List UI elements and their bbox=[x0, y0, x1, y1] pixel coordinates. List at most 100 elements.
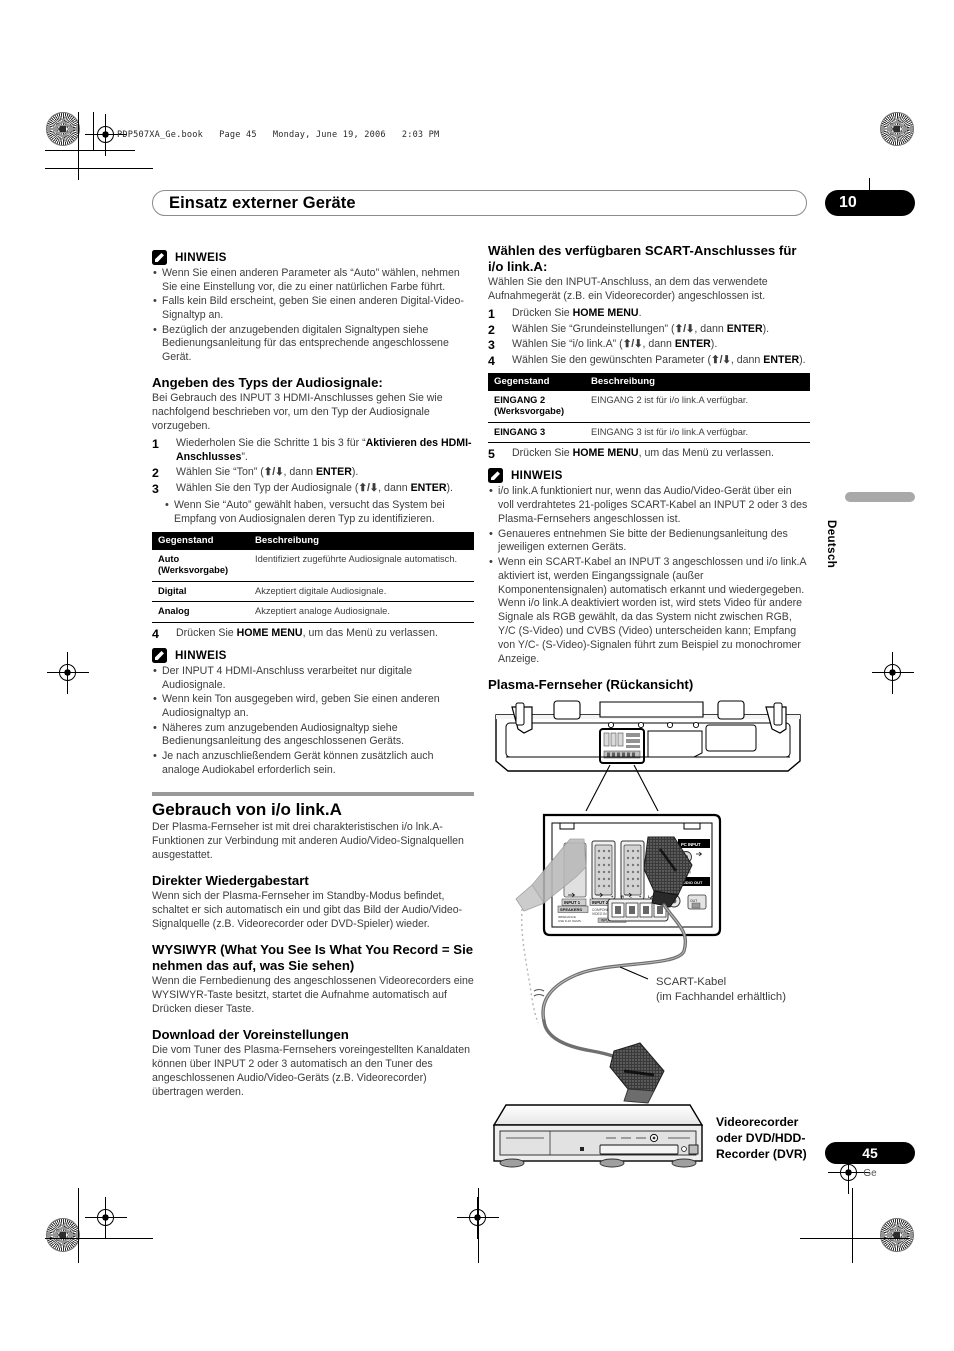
out-label: OUT bbox=[690, 899, 697, 903]
step-item-2: 2 Wählen Sie “Grundeinstellungen” (⬆/⬇, d… bbox=[488, 323, 810, 337]
step-bold: HOME MENU bbox=[572, 447, 639, 460]
table-col-desc: Beschreibung bbox=[249, 531, 474, 550]
audio-section-heading: Angeben des Typs der Audiosignale: bbox=[152, 375, 383, 391]
step-text: Wählen Sie “Grundeinstellungen” ( bbox=[512, 322, 675, 335]
right-column: Wählen des verfügbaren SCART-Anschlusses… bbox=[488, 243, 810, 1168]
step-bold: HOME MENU bbox=[572, 307, 639, 320]
side-tab-language-label: Deutsch bbox=[825, 520, 837, 569]
registration-mark-top-left bbox=[85, 114, 127, 156]
crop-line-top-left-v2 bbox=[93, 112, 95, 150]
crop-line-bottom-center-v bbox=[478, 1188, 480, 1263]
table-cell-item: EINGANG 3 bbox=[488, 422, 585, 444]
table-row: EINGANG 2 (Werksvorgabe) EINGANG 2 ist f… bbox=[488, 390, 810, 423]
list-item: Je nach anzuschließendem Gerät können zu… bbox=[152, 749, 474, 778]
registration-mark-left-mid bbox=[47, 652, 89, 694]
audio-substep-list: Wenn Sie “Auto” gewählt haben, versucht … bbox=[164, 498, 474, 527]
step-text-c: ). bbox=[351, 466, 359, 479]
recorder-label-line1: Videorecorder bbox=[716, 1115, 799, 1129]
iolink-sub1-heading: Direkter Wiedergabestart bbox=[152, 872, 309, 888]
port-label-input2: INPUT 2 bbox=[592, 900, 609, 905]
iolink-section: Gebrauch von i/o link.A Der Plasma-Ferns… bbox=[152, 791, 474, 1100]
table-cell-desc: EINGANG 3 ist für i/o link.A verfügbar. bbox=[585, 422, 810, 444]
note-title: HINWEIS bbox=[175, 251, 227, 264]
chapter-number-badge: 10 bbox=[825, 190, 915, 216]
step-item-2: 2 Wählen Sie “Ton” (⬆/⬇, dann ENTER). bbox=[152, 466, 474, 480]
pencil-icon bbox=[152, 250, 167, 265]
note-title: HINWEIS bbox=[511, 469, 563, 483]
step-bold: HOME MENU bbox=[236, 627, 303, 640]
step-bold: ENTER bbox=[674, 338, 711, 351]
step-number: 2 bbox=[488, 322, 495, 337]
registration-mark-right-mid bbox=[872, 652, 914, 694]
step-number: 5 bbox=[488, 447, 495, 462]
step-number: 4 bbox=[152, 627, 159, 642]
step-text: Drücken Sie bbox=[512, 447, 573, 460]
pencil-icon bbox=[488, 468, 503, 484]
table-cell-item: Digital bbox=[152, 581, 249, 603]
connection-diagram-svg: INPUT 1 INPUT 2 INPUT 3 COMPONENT VIDEO … bbox=[495, 700, 801, 1104]
note-block-2: HINWEIS Der INPUT 4 HDMI-Anschluss verar… bbox=[152, 648, 474, 778]
list-item: Bezüglich der anzugebenden digitalen Sig… bbox=[152, 323, 474, 366]
step-item-3: 3 Wählen Sie den Typ der Audiosignale (⬆/… bbox=[152, 482, 474, 496]
scart-cable-lower bbox=[542, 1019, 618, 1059]
pc-input-label: PC INPUT bbox=[681, 842, 701, 847]
note-block-1: HINWEIS Wenn Sie einen anderen Parameter… bbox=[152, 250, 474, 365]
table-cell-desc: Identifiziert zugeführte Audiosignale au… bbox=[249, 549, 474, 582]
audio-step4-list: 4 Drücken Sie HOME MENU, um das Menü zu v… bbox=[152, 627, 474, 641]
cable-leader-line bbox=[619, 966, 649, 980]
chapter-title-bar: Einsatz externer Geräte bbox=[152, 190, 807, 216]
table-row: Auto (Werksvorgabe) Identifiziert zugefü… bbox=[152, 549, 474, 582]
recorder-label-line3: Recorder (DVR) bbox=[716, 1147, 807, 1161]
connection-diagram: INPUT 1 INPUT 2 INPUT 3 COMPONENT VIDEO … bbox=[488, 699, 810, 1168]
book-file-header: PDP507XA_Ge.book Page 45 Monday, June 19… bbox=[117, 130, 440, 140]
table-cell-desc: EINGANG 2 ist für i/o link.A verfügbar. bbox=[585, 390, 810, 423]
tv-rear-view bbox=[495, 700, 801, 772]
step-text-b: , um das Menü zu verlassen. bbox=[302, 627, 439, 640]
step-item-4: 4 Wählen Sie den gewünschten Parameter (⬆… bbox=[488, 354, 810, 368]
step-text-b: , dann bbox=[694, 322, 727, 335]
crop-line-top-left-v bbox=[78, 112, 80, 180]
step-text-c: ). bbox=[799, 353, 806, 366]
crop-line-bottom-right-v bbox=[852, 1188, 854, 1263]
side-tab-bar bbox=[845, 492, 915, 502]
note-bullet-list: i/o link.A funktioniert nur, wenn das Au… bbox=[488, 484, 810, 666]
updown-arrow-icon: ⬆/⬇ bbox=[263, 466, 284, 479]
table-col-item: Gegenstand bbox=[488, 372, 585, 391]
rosette-mark-bottom-right bbox=[880, 1218, 914, 1252]
svg-text:USE 8-16 OHMS: USE 8-16 OHMS bbox=[558, 919, 581, 923]
table-cell-desc: Akzeptiert analoge Audiosignale. bbox=[249, 601, 474, 624]
table-col-item: Gegenstand bbox=[152, 531, 249, 550]
step-number: 4 bbox=[488, 353, 495, 368]
updown-arrow-icon: ⬆/⬇ bbox=[622, 338, 643, 351]
cable-break-mark bbox=[533, 988, 545, 997]
note-bullet-list: Wenn Sie einen anderen Parameter als “Au… bbox=[152, 266, 474, 366]
table-cell-item: Auto (Werksvorgabe) bbox=[152, 549, 249, 582]
step-text: Drücken Sie bbox=[512, 307, 573, 320]
pencil-icon bbox=[152, 648, 167, 664]
step-number: 3 bbox=[152, 481, 159, 496]
step-bold: ENTER bbox=[763, 353, 800, 366]
iolink-sub2-text: Wenn die Fernbedienung des angeschlossen… bbox=[152, 975, 474, 1015]
updown-arrow-icon: ⬆/⬇ bbox=[711, 353, 731, 366]
updown-arrow-icon: ⬆/⬇ bbox=[674, 322, 695, 335]
speakers-label: SPEAKERS bbox=[560, 907, 582, 912]
crop-line-bottom-left-v bbox=[78, 1188, 80, 1263]
rosette-mark-top-left bbox=[46, 112, 80, 146]
step-text-b: , dann bbox=[378, 481, 411, 494]
list-item: i/o link.A funktioniert nur, wenn das Au… bbox=[488, 484, 810, 527]
step-item-4: 4 Drücken Sie HOME MENU, um das Menü zu v… bbox=[152, 627, 474, 641]
audio-signal-table: Gegenstand Beschreibung Auto (Werksvorga… bbox=[152, 531, 474, 624]
page-language-code: Ge bbox=[863, 1168, 877, 1179]
list-item: Näheres zum anzugebenden Audiosignaltyp … bbox=[152, 721, 474, 750]
list-item: Wenn kein Ton ausgegeben wird, geben Sie… bbox=[152, 692, 474, 721]
step-text: Drücken Sie bbox=[176, 627, 237, 640]
step-text: Wählen Sie “Ton” ( bbox=[176, 466, 264, 479]
rosette-mark-bottom-left bbox=[46, 1218, 80, 1252]
crop-line-bottom-right-h bbox=[800, 1238, 910, 1240]
table-col-desc: Beschreibung bbox=[585, 372, 810, 391]
step-text-c: ). bbox=[710, 338, 718, 351]
table-row: EINGANG 3 EINGANG 3 ist für i/o link.A v… bbox=[488, 422, 810, 444]
step-item-3: 3 Wählen Sie “i/o link.A” (⬆/⬇, dann ENTE… bbox=[488, 338, 810, 352]
list-item: Genaueres entnehmen Sie bitte der Bedien… bbox=[488, 527, 810, 556]
step-text: Wählen Sie “i/o link.A” ( bbox=[512, 338, 623, 351]
